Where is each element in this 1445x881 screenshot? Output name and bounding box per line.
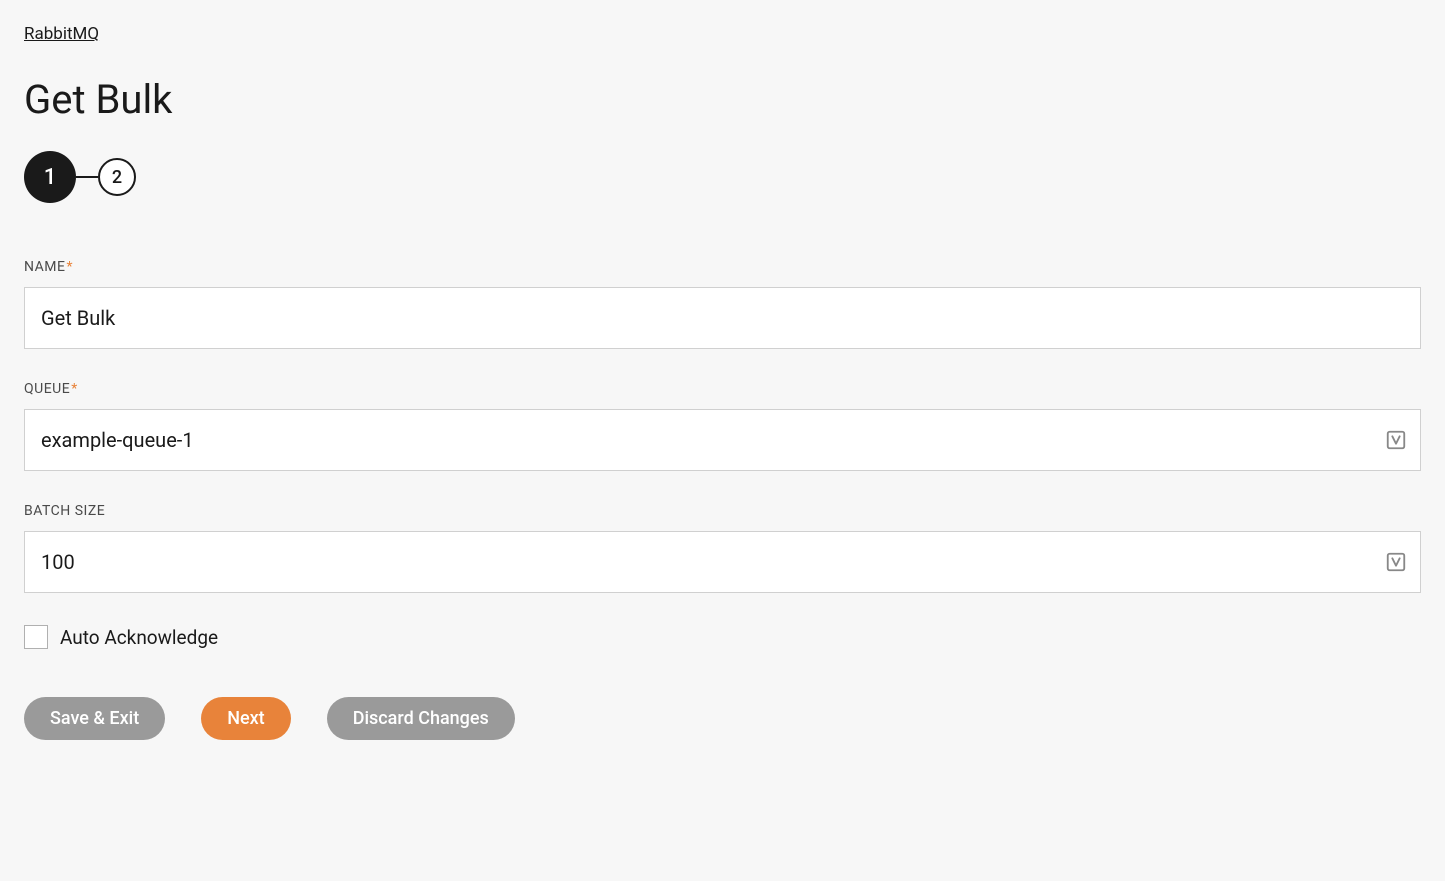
- form-group-name: NAME*: [24, 259, 1421, 349]
- auto-ack-label[interactable]: Auto Acknowledge: [60, 626, 218, 649]
- breadcrumb-rabbitmq[interactable]: RabbitMQ: [24, 24, 99, 44]
- batch-size-input[interactable]: [24, 531, 1421, 593]
- name-label: NAME*: [24, 259, 1421, 275]
- variable-icon[interactable]: [1385, 551, 1407, 573]
- step-2[interactable]: 2: [98, 158, 136, 196]
- name-input[interactable]: [24, 287, 1421, 349]
- queue-label: QUEUE*: [24, 381, 1421, 397]
- form-group-queue: QUEUE*: [24, 381, 1421, 471]
- step-connector: [76, 176, 98, 178]
- required-mark: *: [66, 259, 73, 275]
- batch-size-label: BATCH SIZE: [24, 503, 1421, 519]
- auto-ack-checkbox[interactable]: [24, 625, 48, 649]
- variable-icon[interactable]: [1385, 429, 1407, 451]
- next-button[interactable]: Next: [201, 697, 290, 740]
- stepper: 1 2: [24, 151, 1421, 203]
- checkbox-group-auto-ack: Auto Acknowledge: [24, 625, 1421, 649]
- queue-input[interactable]: [24, 409, 1421, 471]
- required-mark: *: [71, 381, 78, 397]
- button-row: Save & Exit Next Discard Changes: [24, 697, 1421, 740]
- form-group-batch-size: BATCH SIZE: [24, 503, 1421, 593]
- queue-label-text: QUEUE: [24, 381, 70, 397]
- page-title: Get Bulk: [24, 76, 1421, 123]
- save-exit-button[interactable]: Save & Exit: [24, 697, 165, 740]
- name-label-text: NAME: [24, 259, 65, 275]
- step-1[interactable]: 1: [24, 151, 76, 203]
- discard-changes-button[interactable]: Discard Changes: [327, 697, 515, 740]
